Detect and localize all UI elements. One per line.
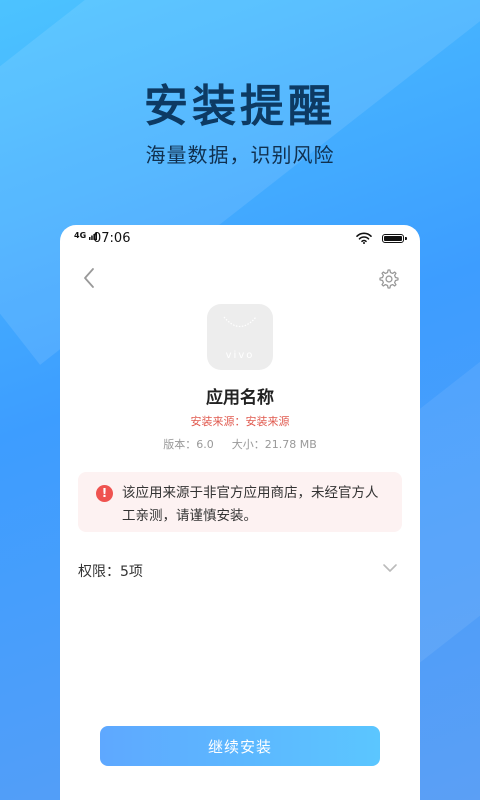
chevron-down-icon[interactable] [382, 563, 398, 573]
phone-screen: 4G 07:06 vivo 应用名称 安装来源：安装来源 版本：6.0 大小：2… [60, 225, 420, 800]
status-bar: 4G 07:06 [60, 225, 420, 253]
continue-install-button[interactable]: 继续安装 [100, 726, 380, 766]
hero-title: 安装提醒 [144, 81, 336, 132]
hero-subtitle: 海量数据，识别风险 [145, 143, 335, 167]
app-name: 应用名称 [206, 388, 274, 408]
gear-icon[interactable] [378, 268, 400, 290]
permissions-label: 权限：5项 [78, 564, 143, 580]
warning-box: ! 该应用来源于非官方应用商店，未经官方人工亲测，请谨慎安装。 [78, 472, 402, 532]
app-meta: 版本：6.0 大小：21.78 MB [60, 436, 420, 452]
app-version: 版本：6.0 [163, 438, 214, 451]
status-time: 07:06 [93, 231, 131, 246]
permissions-row[interactable]: 权限：5项 [60, 555, 420, 585]
install-source: 安装来源：安装来源 [190, 415, 290, 428]
exclamation-icon: ! [96, 485, 113, 502]
app-size: 大小：21.78 MB [231, 438, 317, 451]
chevron-left-icon[interactable] [82, 267, 96, 289]
app-icon-arc [223, 316, 257, 328]
warning-text: 该应用来源于非官方应用商店，未经官方人工亲测，请谨慎安装。 [122, 485, 379, 524]
wifi-icon [356, 232, 372, 244]
app-icon-brand: vivo [225, 350, 255, 361]
battery-icon [382, 234, 407, 243]
app-icon: vivo [207, 304, 273, 370]
